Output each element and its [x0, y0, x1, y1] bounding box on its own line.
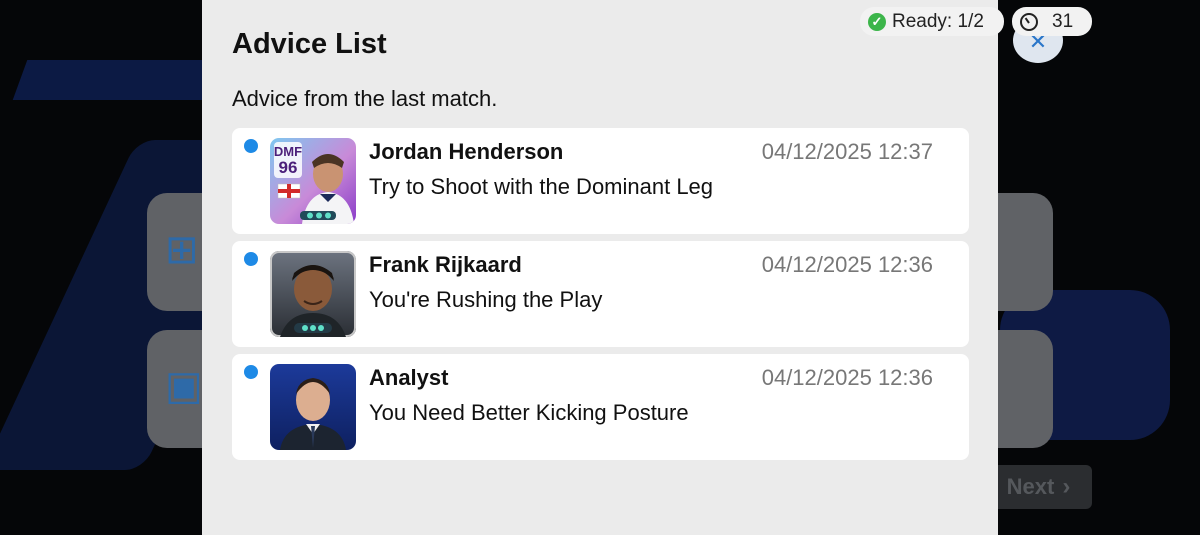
advice-list: DMF 96 Jordan Henderson Try to Shoot wit… [232, 128, 969, 467]
timer-value: 31 [1052, 10, 1074, 32]
next-button-label: Next [1006, 474, 1055, 499]
advice-sender: Analyst [369, 365, 449, 390]
dialog-subtitle: Advice from the last match. [232, 86, 498, 111]
advice-list-item[interactable]: DMF 96 Jordan Henderson Try to Shoot wit… [232, 128, 969, 234]
unread-indicator [244, 365, 258, 379]
card-position: DMF [274, 144, 302, 159]
player-card-avatar [270, 251, 356, 337]
chevron-right-icon: › [1062, 473, 1071, 500]
advice-sender: Frank Rijkaard [369, 252, 522, 277]
video-icon: ▣ [165, 363, 203, 409]
ready-status-badge: ✓ Ready: 1/2 [860, 7, 1004, 36]
countdown-timer: 31 [1012, 7, 1092, 36]
card-rating: 96 [279, 158, 298, 177]
advice-message: You're Rushing the Play [369, 287, 603, 312]
dialog-title: Advice List [232, 28, 387, 60]
formation-icon: ⊞ [165, 227, 199, 273]
advice-timestamp: 04/12/2025 12:36 [761, 252, 933, 277]
check-icon: ✓ [868, 12, 886, 31]
next-button: Next › [985, 465, 1092, 509]
advice-list-item[interactable]: Analyst You Need Better Kicking Posture … [232, 354, 969, 460]
advice-list-item[interactable]: Frank Rijkaard You're Rushing the Play 0… [232, 241, 969, 347]
advice-message: Try to Shoot with the Dominant Leg [369, 174, 714, 199]
unread-indicator [244, 139, 258, 153]
advice-timestamp: 04/12/2025 12:36 [761, 365, 933, 390]
advice-timestamp: 04/12/2025 12:37 [761, 139, 933, 164]
ready-status-label: Ready: 1/2 [892, 10, 984, 32]
player-card-avatar: DMF 96 [270, 138, 356, 224]
unread-indicator [244, 252, 258, 266]
advice-message: You Need Better Kicking Posture [369, 400, 689, 425]
advice-list-dialog: Advice List Advice from the last match. [202, 0, 998, 535]
advice-sender: Jordan Henderson [369, 139, 564, 164]
timer-icon [1020, 12, 1038, 31]
analyst-avatar [270, 364, 356, 450]
